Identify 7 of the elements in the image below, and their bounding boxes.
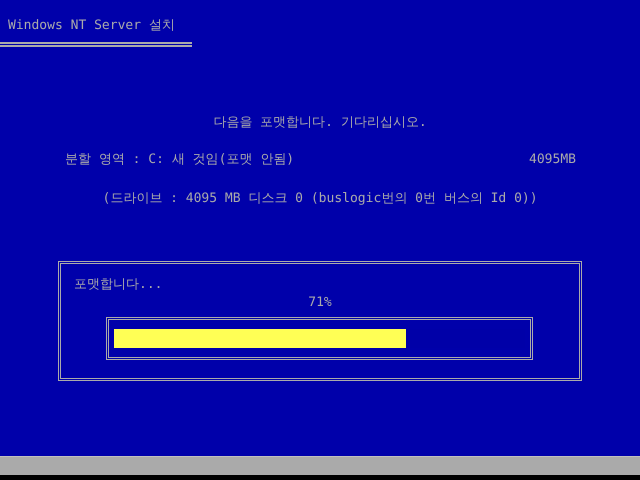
partition-size: 4095MB bbox=[529, 152, 576, 168]
window-title: Windows NT Server 설치 bbox=[7, 18, 176, 34]
progress-caption: 포맷합니다... bbox=[74, 277, 164, 293]
status-message: 다음을 포맷합니다. 기다리십시오. bbox=[212, 115, 428, 131]
drive-info: (드라이브 : 4095 MB 디스크 0 (buslogic번의 0번 버스의 Id 0)) bbox=[101, 191, 539, 207]
progress-percent: 71% bbox=[307, 295, 333, 311]
partition-label: 분할 영역 : C: 새 것임(포맷 안됨) bbox=[65, 152, 294, 168]
